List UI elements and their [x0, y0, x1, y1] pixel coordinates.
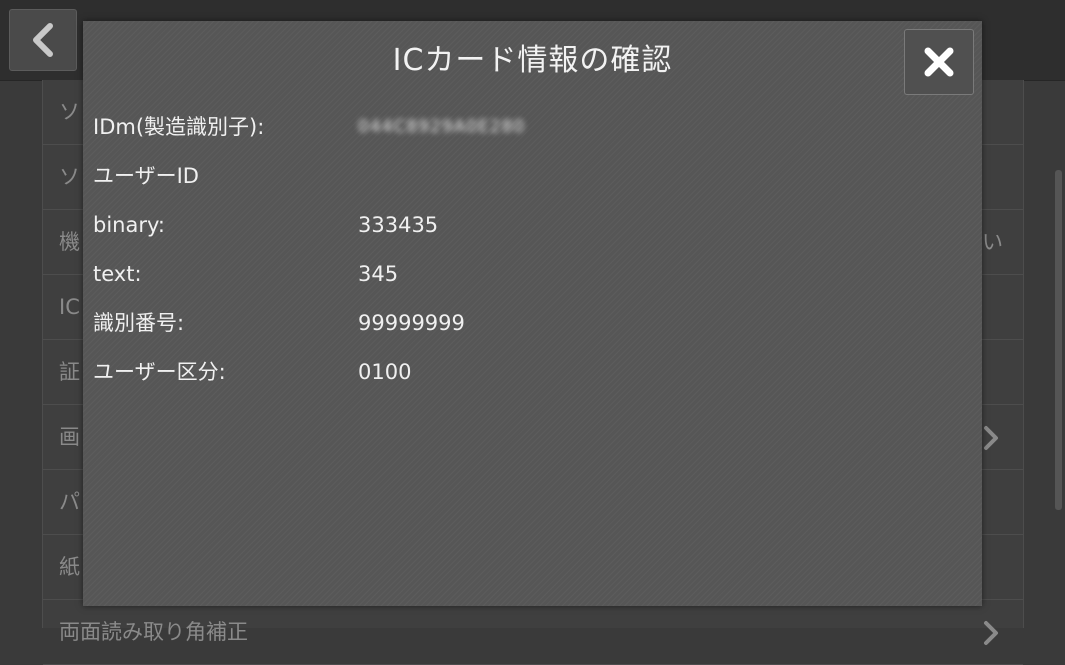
binary-row: binary: 333435 — [93, 201, 953, 250]
list-item-label: IC — [59, 295, 80, 319]
chevron-right-icon — [984, 621, 998, 645]
id-number-row: 識別番号: 99999999 — [93, 299, 953, 348]
chevron-right-icon — [984, 426, 998, 450]
idm-row: IDm(製造識別子): 044C8929A0E280 — [93, 103, 953, 152]
idm-label: IDm(製造識別子): — [93, 115, 265, 139]
list-item-value: い — [982, 230, 1003, 254]
text-row: text: 345 — [93, 250, 953, 299]
close-icon — [924, 47, 954, 77]
chevron-left-icon — [33, 23, 53, 57]
list-item-label: ソ — [59, 165, 80, 189]
binary-label: binary: — [93, 213, 165, 237]
list-item-label: ソ — [59, 100, 80, 124]
card-info-list: IDm(製造識別子): 044C8929A0E280 ユーザーID binary… — [93, 103, 953, 397]
text-value: 345 — [358, 262, 399, 286]
list-item-label: 紙 — [59, 555, 80, 579]
id-number-label: 識別番号: — [93, 311, 185, 335]
close-button[interactable] — [904, 29, 974, 95]
list-item[interactable]: 両面読み取り角補正 — [43, 600, 1023, 665]
binary-value: 333435 — [358, 213, 439, 237]
user-category-value: 0100 — [358, 360, 412, 384]
list-item-label: 証 — [59, 360, 80, 384]
idm-value: 044C8929A0E280 — [358, 117, 526, 137]
list-item-label: 両面読み取り角補正 — [59, 620, 248, 644]
list-item-label: 機 — [59, 230, 80, 254]
user-id-heading: ユーザーID — [93, 164, 199, 188]
list-item-label: パ — [59, 490, 80, 514]
list-item-label: 画 — [59, 425, 80, 449]
text-label: text: — [93, 262, 142, 286]
user-category-row: ユーザー区分: 0100 — [93, 348, 953, 397]
dialog-title: ICカード情報の確認 — [392, 43, 673, 78]
user-category-label: ユーザー区分: — [93, 360, 226, 384]
id-number-value: 99999999 — [358, 311, 465, 335]
back-button[interactable] — [9, 9, 77, 71]
ic-card-info-dialog: ICカード情報の確認 IDm(製造識別子): 044C8929A0E280 ユー… — [83, 21, 982, 606]
scrollbar[interactable] — [1055, 170, 1062, 510]
user-id-section: ユーザーID — [93, 152, 953, 201]
